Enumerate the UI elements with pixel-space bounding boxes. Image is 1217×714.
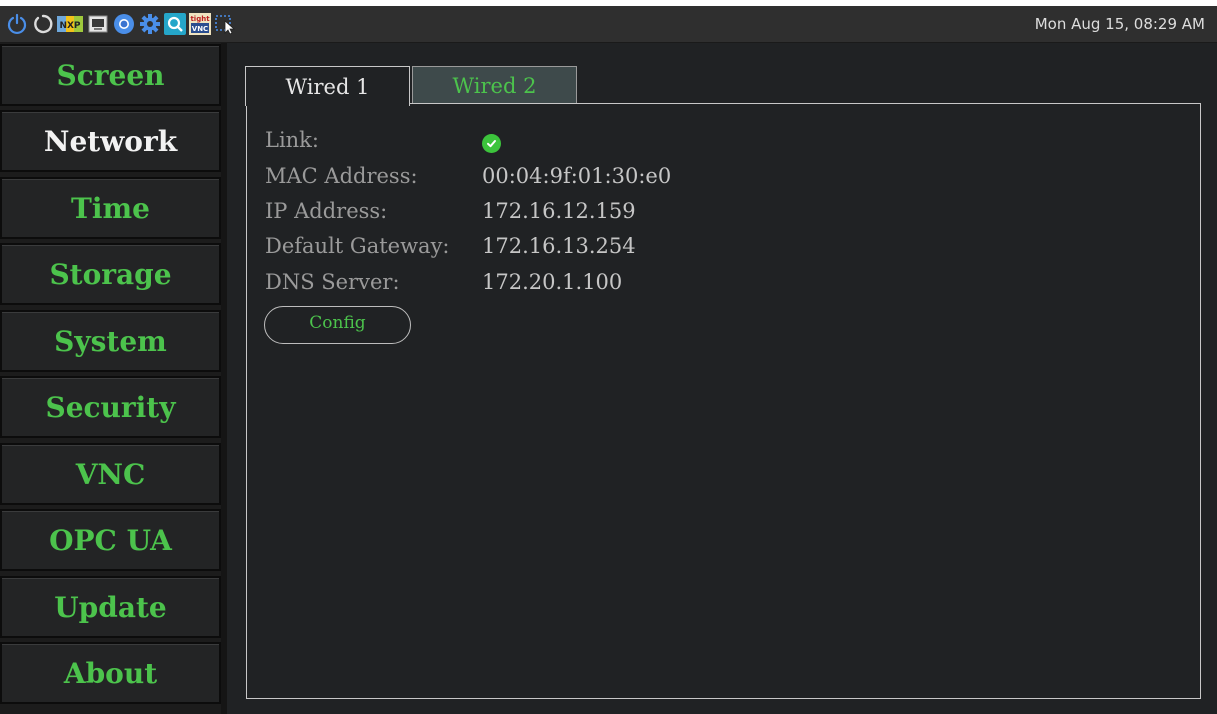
- link-connected-check-icon: [482, 134, 501, 153]
- wired-1-panel: Link: MAC Address: 00:04:9f:01:30:e0 IP …: [246, 103, 1201, 699]
- sidebar-item-update[interactable]: Update: [0, 576, 221, 638]
- nxp-icon-text: NXP: [59, 21, 80, 31]
- taskbar: NXP tight VNC Mon Aug 15, 08:29 AM: [0, 6, 1217, 43]
- sidebar: Screen Network Time Storage System Secur…: [0, 43, 227, 714]
- link-label: Link:: [265, 128, 319, 152]
- chromium-icon[interactable]: [113, 13, 135, 35]
- sidebar-item-about[interactable]: About: [0, 642, 221, 704]
- power-icon[interactable]: [6, 13, 28, 35]
- tab-wired-1[interactable]: Wired 1: [245, 66, 410, 106]
- sidebar-item-time[interactable]: Time: [0, 177, 221, 239]
- main-panel: Wired 1 Wired 2 Link: MAC Address: 00:04…: [227, 43, 1217, 714]
- screenshot-icon[interactable]: [214, 13, 236, 35]
- clock[interactable]: Mon Aug 15, 08:29 AM: [1035, 6, 1205, 43]
- dns-label: DNS Server:: [265, 270, 400, 294]
- gateway-value: 172.16.13.254: [482, 234, 636, 258]
- sidebar-item-network[interactable]: Network: [0, 110, 221, 172]
- search-app-icon[interactable]: [164, 13, 186, 35]
- mac-value: 00:04:9f:01:30:e0: [482, 164, 672, 188]
- sidebar-item-security[interactable]: Security: [0, 376, 221, 438]
- dns-value: 172.20.1.100: [482, 270, 623, 294]
- restart-icon[interactable]: [32, 13, 54, 35]
- settings-gear-icon[interactable]: [139, 13, 161, 35]
- sidebar-item-opc-ua[interactable]: OPC UA: [0, 509, 221, 571]
- ip-value: 172.16.12.159: [482, 199, 636, 223]
- sidebar-item-vnc[interactable]: VNC: [0, 443, 221, 505]
- sidebar-item-system[interactable]: System: [0, 310, 221, 372]
- config-button[interactable]: Config: [264, 306, 411, 344]
- tight-vnc-icon[interactable]: tight VNC: [189, 13, 211, 35]
- sidebar-item-screen[interactable]: Screen: [0, 44, 221, 106]
- gateway-label: Default Gateway:: [265, 234, 450, 258]
- tab-wired-2[interactable]: Wired 2: [412, 66, 577, 104]
- vnc-icon-text-bottom: VNC: [192, 25, 208, 33]
- sidebar-item-storage[interactable]: Storage: [0, 243, 221, 305]
- ip-label: IP Address:: [265, 199, 388, 223]
- nxp-icon[interactable]: NXP: [57, 13, 83, 35]
- terminal-icon[interactable]: [87, 13, 109, 35]
- vnc-icon-text-top: tight: [190, 15, 210, 23]
- mac-label: MAC Address:: [265, 164, 418, 188]
